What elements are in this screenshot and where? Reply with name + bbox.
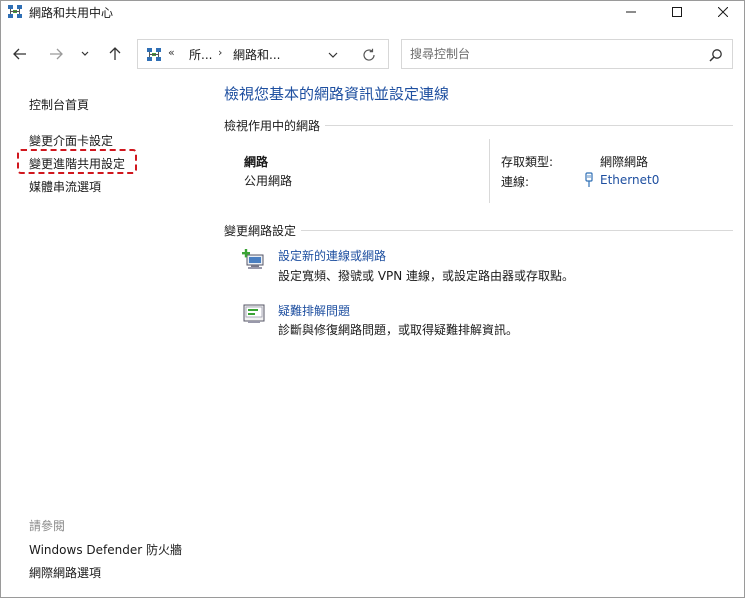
breadcrumb-separator[interactable]: › bbox=[218, 46, 222, 59]
arrow-up-icon bbox=[109, 47, 121, 60]
minimize-icon bbox=[626, 11, 636, 13]
breadcrumb-network-internet[interactable]: 網路和... bbox=[233, 46, 280, 63]
ethernet-connection-link[interactable]: Ethernet0 bbox=[600, 173, 659, 187]
refresh-button[interactable] bbox=[361, 47, 377, 63]
recent-locations-button[interactable] bbox=[77, 43, 93, 65]
setup-new-connection-link[interactable]: 設定新的連線或網路 bbox=[278, 247, 386, 264]
search-box[interactable] bbox=[401, 39, 733, 69]
troubleshoot-icon bbox=[243, 304, 265, 323]
chevron-down-icon bbox=[81, 51, 89, 56]
search-input[interactable] bbox=[410, 45, 700, 63]
close-button[interactable] bbox=[700, 1, 744, 23]
back-button[interactable] bbox=[9, 43, 31, 65]
refresh-icon bbox=[363, 48, 375, 61]
section-divider bbox=[325, 125, 733, 126]
sidebar-item-change-adapter-settings[interactable]: 變更介面卡設定 bbox=[29, 132, 113, 149]
forward-button[interactable] bbox=[45, 43, 67, 65]
left-navigation-pane: 控制台首頁 變更介面卡設定 變更進階共用設定 媒體串流選項 請參閱 Window… bbox=[1, 71, 209, 597]
network-center-location-icon bbox=[147, 48, 161, 61]
close-icon bbox=[718, 7, 728, 17]
see-also-windows-defender-firewall[interactable]: Windows Defender 防火牆 bbox=[29, 541, 182, 558]
setup-new-connection-description: 設定寬頻、撥號或 VPN 連線，或設定路由器或存取點。 bbox=[278, 269, 575, 283]
sidebar-item-control-panel-home[interactable]: 控制台首頁 bbox=[29, 96, 89, 113]
maximize-icon bbox=[672, 7, 682, 17]
arrow-left-icon bbox=[13, 48, 26, 60]
up-button[interactable] bbox=[104, 43, 126, 65]
address-overflow-chevron[interactable]: « bbox=[168, 46, 175, 59]
breadcrumb-control-panel[interactable]: 所... bbox=[189, 46, 212, 63]
connections-label: 連線: bbox=[501, 175, 530, 189]
address-bar[interactable]: « 所... › 網路和... bbox=[137, 39, 389, 69]
network-name: 網路 bbox=[244, 155, 269, 169]
maximize-button[interactable] bbox=[654, 1, 700, 23]
vertical-divider bbox=[489, 139, 490, 203]
access-type-label: 存取類型: bbox=[501, 155, 554, 169]
chevron-down-icon bbox=[328, 52, 338, 58]
title-bar: 網路和共用中心 bbox=[1, 1, 744, 23]
arrow-right-icon bbox=[50, 48, 63, 60]
network-center-app-icon bbox=[8, 5, 22, 18]
navigation-bar: « 所... › 網路和... bbox=[1, 37, 744, 71]
window-title: 網路和共用中心 bbox=[29, 6, 114, 20]
network-setup-icon bbox=[242, 249, 264, 269]
access-type-value: 網際網路 bbox=[600, 155, 649, 169]
address-history-dropdown[interactable] bbox=[326, 48, 340, 62]
minimize-button[interactable] bbox=[608, 1, 654, 23]
sidebar-item-change-advanced-sharing-settings[interactable]: 變更進階共用設定 bbox=[29, 155, 125, 172]
active-networks-heading: 檢視作用中的網路 bbox=[224, 119, 321, 133]
troubleshoot-problems-link[interactable]: 疑難排解問題 bbox=[278, 302, 350, 319]
ethernet-icon bbox=[585, 172, 593, 187]
troubleshoot-problems-description: 診斷與修復網路問題，或取得疑難排解資訊。 bbox=[278, 323, 519, 337]
section-divider bbox=[301, 230, 733, 231]
network-sharing-center-window: 網路和共用中心 « 所... › 網路和... 搜尋控制台 控制台首頁 變更介面… bbox=[0, 0, 745, 598]
search-icon[interactable] bbox=[709, 48, 723, 62]
see-also-internet-options[interactable]: 網際網路選項 bbox=[29, 564, 101, 581]
sidebar-item-media-streaming-options[interactable]: 媒體串流選項 bbox=[29, 178, 101, 195]
network-profile-type: 公用網路 bbox=[244, 174, 293, 188]
page-title: 檢視您基本的網路資訊並設定連線 bbox=[224, 85, 450, 103]
change-network-settings-heading: 變更網路設定 bbox=[224, 224, 297, 238]
see-also-heading: 請參閱 bbox=[29, 519, 66, 533]
